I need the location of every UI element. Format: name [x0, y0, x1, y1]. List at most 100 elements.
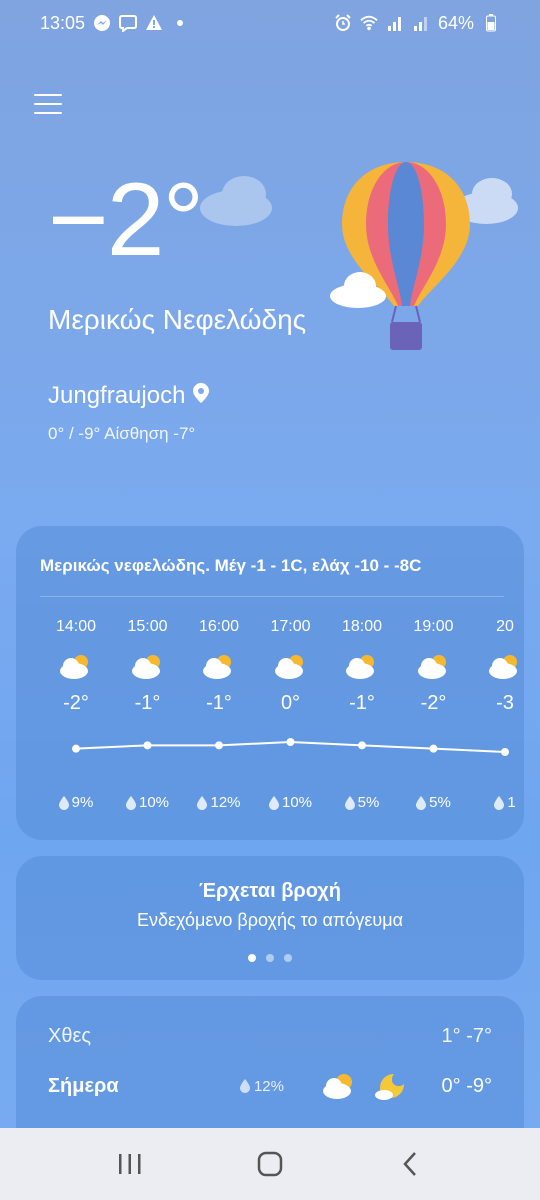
moon-cloud-icon: [375, 1074, 404, 1100]
signal-icon: [386, 14, 404, 32]
partly-cloudy-icon: [488, 652, 522, 680]
partly-cloudy-icon: [131, 652, 165, 680]
recent-apps-icon: [119, 1154, 141, 1174]
location-pin-icon: [193, 382, 210, 410]
day-row-today[interactable]: Σήμερα 12% 0° -9°: [48, 1066, 492, 1106]
hourly-item: 18:00 -1°: [326, 618, 398, 715]
hour-temperature: -3: [496, 692, 514, 714]
hour-rain-value: 5%: [357, 794, 380, 811]
hourly-item: 17:00 0°: [255, 618, 327, 715]
hour-rain-value: 12%: [210, 794, 241, 811]
rain-alert-card[interactable]: Έρχεται βροχή Ενδεχόμενο βροχής το απόγε…: [16, 856, 524, 980]
home-icon: [257, 1151, 283, 1177]
temperature-point: [72, 744, 80, 753]
signal-icon: [412, 14, 430, 32]
temperature-point: [429, 744, 438, 753]
warning-icon: [145, 14, 163, 32]
cloud-icon: [200, 176, 272, 226]
hourly-summary: Μερικώς νεφελώδης. Μέγ -1 - 1C, ελάχ -10…: [40, 556, 422, 575]
hour-time: 16:00: [198, 618, 240, 635]
hour-time: 15:00: [127, 618, 168, 635]
temperature-point: [286, 738, 295, 746]
hot-air-balloon-icon: [342, 162, 470, 350]
dot-icon: [171, 14, 189, 32]
current-condition: Μερικώς Νεφελώδης: [48, 304, 307, 335]
temperature-point: [358, 741, 366, 750]
hour-time: 20: [496, 618, 514, 635]
day-temps: 0° -9°: [441, 1074, 492, 1097]
hour-rain-chance: 10%: [255, 794, 327, 811]
raindrop-icon: [239, 1079, 250, 1093]
hour-rain-chance: 10%: [112, 794, 184, 811]
menu-button[interactable]: [34, 94, 62, 122]
hour-temperature: -1°: [206, 692, 232, 714]
hour-time: 19:00: [413, 618, 454, 635]
hour-temperature: -2°: [420, 692, 447, 714]
location-name: Jungfraujoch: [48, 382, 186, 409]
temperature-point: [215, 741, 223, 750]
partly-cloudy-icon: [59, 652, 93, 680]
hour-temperature: -1°: [349, 692, 375, 714]
hour-rain-value: 5%: [429, 794, 451, 811]
day-rain: 12%: [239, 1077, 284, 1095]
divider: [40, 596, 504, 597]
temperature-point: [501, 748, 509, 756]
partly-cloudy-icon: [274, 652, 308, 680]
hourly-item: 15:00 -1°: [112, 618, 184, 715]
rain-alert-title: Έρχεται βροχή: [198, 880, 342, 902]
home-button[interactable]: [250, 1144, 290, 1184]
hour-rain-value: 10%: [138, 794, 170, 811]
viber-icon: [119, 14, 138, 32]
hour-time: 18:00: [341, 618, 383, 635]
partly-cloudy-icon: [345, 652, 379, 680]
raindrop-icon: [494, 795, 505, 810]
hour-rain-chance: 5%: [398, 794, 470, 811]
current-temperature: −2°: [48, 162, 204, 278]
raindrop-icon: [125, 795, 136, 810]
day-row-yesterday[interactable]: Χθες 1° -7°: [48, 1016, 492, 1056]
hour-time: 17:00: [270, 618, 311, 635]
day-rain-value: 12%: [253, 1077, 284, 1095]
hour-time: 14:00: [55, 618, 97, 635]
raindrop-icon: [416, 795, 427, 810]
navigation-bar: [0, 1128, 540, 1200]
battery-percent: 64%: [437, 12, 474, 33]
hour-rain-chance: 12%: [183, 794, 255, 811]
hour-temperature: -2°: [63, 692, 89, 714]
location-label[interactable]: Jungfraujoch: [48, 382, 210, 410]
messenger-icon: [93, 14, 111, 32]
hour-rain-chance: 9%: [40, 794, 112, 811]
page-dot: [266, 954, 274, 962]
hour-rain-value: 9%: [71, 794, 94, 811]
recent-apps-button[interactable]: [110, 1144, 150, 1184]
raindrop-icon: [268, 795, 279, 810]
hourly-item: 14:00 -2°: [40, 618, 112, 715]
rain-alert-subtitle: Ενδεχόμενο βροχής το απόγευμα: [136, 910, 404, 930]
hour-temperature: 0°: [280, 692, 301, 714]
back-icon: [403, 1152, 416, 1176]
wifi-icon: [360, 14, 378, 32]
hour-rain-value: 10%: [281, 794, 313, 811]
battery-icon: [482, 14, 500, 32]
hour-rain-value: 1: [507, 794, 516, 811]
hour-rain-chance: 5%: [326, 794, 398, 811]
hourly-item: 16:00 -1°: [183, 618, 255, 715]
hourly-item: 19:00 -2°: [398, 618, 470, 715]
page-dot: [248, 954, 256, 962]
temperature-point: [143, 741, 152, 750]
hourly-forecast-card[interactable]: Μερικώς νεφελώδης. Μέγ -1 - 1C, ελάχ -10…: [16, 526, 524, 840]
status-bar: 13:05 64%: [0, 0, 540, 46]
alarm-icon: [334, 14, 352, 32]
status-time: 13:05: [40, 12, 86, 33]
hourly-item: 20 -3: [469, 618, 524, 715]
back-button[interactable]: [390, 1144, 430, 1184]
day-name: Σήμερα: [48, 1074, 119, 1097]
raindrop-icon: [344, 795, 355, 810]
day-name: Χθες: [48, 1024, 92, 1047]
hour-temperature: -1°: [134, 692, 161, 714]
partly-cloudy-icon: [323, 1074, 352, 1099]
page-indicator: [16, 954, 524, 962]
raindrop-icon: [58, 795, 69, 810]
partly-cloudy-icon: [417, 652, 451, 680]
daily-forecast-card[interactable]: Χθες 1° -7° Σήμερα 12% 0° -9°: [16, 996, 524, 1136]
